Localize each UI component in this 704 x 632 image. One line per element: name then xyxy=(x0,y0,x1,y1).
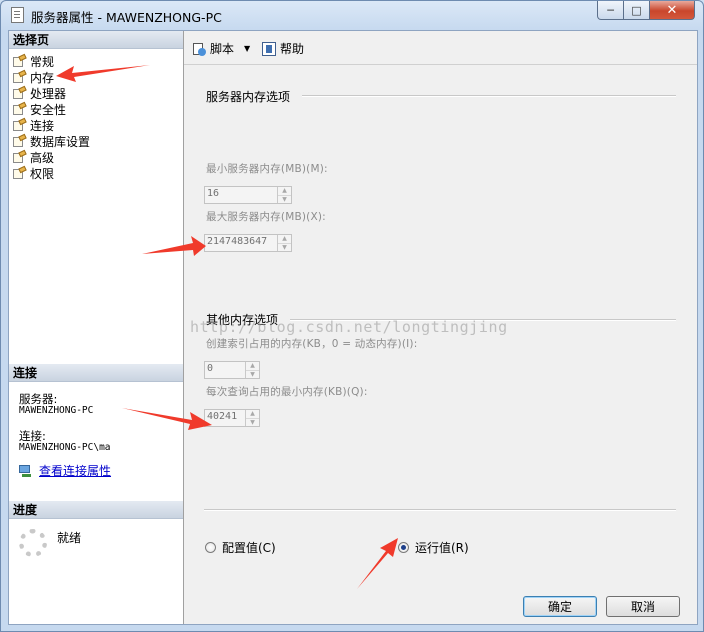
min-memory-input[interactable]: 16 ▲ ▼ xyxy=(204,186,292,204)
view-connection-properties-link[interactable]: 查看连接属性 xyxy=(19,462,111,479)
watermark-text: http://blog.csdn.net/longtingjing xyxy=(190,318,508,336)
server-properties-window: 服务器属性 - MAWENZHONG-PC ─ □ ✕ 选择页 常规 内存 处理… xyxy=(0,0,704,632)
server-memory-group-line xyxy=(302,95,676,97)
min-memory-stepper[interactable]: ▲ ▼ xyxy=(277,187,291,203)
status-text: 就绪 xyxy=(57,531,82,545)
radio-unselected-icon xyxy=(205,542,216,553)
page-item-label: 高级 xyxy=(30,150,55,165)
page-item-label: 常规 xyxy=(30,54,55,69)
index-memory-label: 创建索引占用的内存(KB，0 = 动态内存)(I): xyxy=(206,338,418,350)
close-button[interactable]: ✕ xyxy=(650,1,695,20)
title-bar[interactable]: 服务器属性 - MAWENZHONG-PC ─ □ ✕ xyxy=(1,1,703,29)
index-memory-value: 0 xyxy=(207,363,214,374)
page-icon xyxy=(13,167,27,180)
query-memory-value: 40241 xyxy=(207,411,238,422)
connection-properties-icon xyxy=(19,464,33,477)
configured-value-radio[interactable]: 配置值(C) xyxy=(205,539,276,556)
page-item-label: 连接 xyxy=(30,118,55,133)
server-value: MAWENZHONG-PC xyxy=(19,405,94,416)
script-dropdown-icon[interactable]: ▼ xyxy=(244,44,250,53)
left-pane: 选择页 常规 内存 处理器 安全性 连接 数据库设置 高级 权限 连接 服务器:… xyxy=(9,31,184,624)
max-memory-input[interactable]: 2147483647 ▲ ▼ xyxy=(204,234,292,252)
window-controls: ─ □ ✕ xyxy=(597,1,695,21)
spin-down-icon[interactable]: ▼ xyxy=(278,243,291,252)
index-memory-input[interactable]: 0 ▲ ▼ xyxy=(204,361,260,379)
spin-down-icon[interactable]: ▼ xyxy=(278,195,291,204)
window-title: 服务器属性 - MAWENZHONG-PC xyxy=(31,10,222,25)
page-icon xyxy=(13,87,27,100)
minimize-button[interactable]: ─ xyxy=(597,1,624,20)
page-item-security[interactable]: 安全性 xyxy=(13,101,90,117)
max-memory-label: 最大服务器内存(MB)(X): xyxy=(206,211,326,223)
spin-up-icon[interactable]: ▲ xyxy=(246,362,259,370)
page-item-label: 内存 xyxy=(30,70,55,85)
connection-value: MAWENZHONG-PC\ma xyxy=(19,442,111,453)
page-item-advanced[interactable]: 高级 xyxy=(13,149,90,165)
page-icon xyxy=(13,71,27,84)
query-memory-input[interactable]: 40241 ▲ ▼ xyxy=(204,409,260,427)
page-icon xyxy=(13,55,27,68)
document-icon xyxy=(11,7,24,23)
query-memory-label: 每次查询占用的最小内存(KB)(Q): xyxy=(206,386,368,398)
radio-selected-icon xyxy=(398,542,409,553)
running-value-radio[interactable]: 运行值(R) xyxy=(398,539,469,556)
cancel-button[interactable]: 取消 xyxy=(606,596,680,617)
query-memory-stepper[interactable]: ▲ ▼ xyxy=(245,410,259,426)
page-item-label: 权限 xyxy=(30,166,55,181)
ok-button[interactable]: 确定 xyxy=(523,596,597,617)
maximize-icon: □ xyxy=(631,3,642,17)
page-icon xyxy=(13,135,27,148)
running-value-label: 运行值(R) xyxy=(415,541,469,555)
page-item-memory[interactable]: 内存 xyxy=(13,69,90,85)
help-button[interactable]: 帮助 xyxy=(262,40,304,57)
spin-up-icon[interactable]: ▲ xyxy=(278,187,291,195)
view-connection-properties-label: 查看连接属性 xyxy=(39,464,112,478)
max-memory-value: 2147483647 xyxy=(207,236,268,247)
options-separator xyxy=(204,509,676,511)
page-item-connections[interactable]: 连接 xyxy=(13,117,90,133)
page-icon xyxy=(13,103,27,116)
help-icon xyxy=(262,41,276,56)
toolbar: 脚本 ▼ 帮助 xyxy=(184,31,697,65)
maximize-button[interactable]: □ xyxy=(624,1,650,20)
spin-up-icon[interactable]: ▲ xyxy=(246,410,259,418)
page-item-database-settings[interactable]: 数据库设置 xyxy=(13,133,90,149)
script-label: 脚本 xyxy=(210,42,235,56)
page-item-label: 安全性 xyxy=(30,102,67,117)
server-memory-group-title: 服务器内存选项 xyxy=(206,90,291,104)
close-icon: ✕ xyxy=(666,2,678,18)
connection-header: 连接 xyxy=(9,364,183,382)
page-item-permissions[interactable]: 权限 xyxy=(13,165,90,181)
max-memory-stepper[interactable]: ▲ ▼ xyxy=(277,235,291,251)
spin-down-icon[interactable]: ▼ xyxy=(246,370,259,379)
spin-down-icon[interactable]: ▼ xyxy=(246,418,259,427)
page-item-general[interactable]: 常规 xyxy=(13,53,90,69)
script-button[interactable]: 脚本 ▼ xyxy=(192,40,250,57)
page-item-label: 数据库设置 xyxy=(30,134,91,149)
page-icon xyxy=(13,151,27,164)
min-memory-label: 最小服务器内存(MB)(M): xyxy=(206,163,328,175)
help-label: 帮助 xyxy=(280,42,305,56)
progress-header: 进度 xyxy=(9,501,183,519)
configured-value-label: 配置值(C) xyxy=(222,541,276,555)
page-list: 常规 内存 处理器 安全性 连接 数据库设置 高级 权限 xyxy=(13,53,90,181)
script-icon xyxy=(192,42,206,56)
progress-spinner-icon xyxy=(19,529,47,557)
select-page-header: 选择页 xyxy=(9,31,183,49)
page-icon xyxy=(13,119,27,132)
page-item-label: 处理器 xyxy=(30,86,67,101)
minimize-icon: ─ xyxy=(607,3,614,17)
index-memory-stepper[interactable]: ▲ ▼ xyxy=(245,362,259,378)
min-memory-value: 16 xyxy=(207,188,220,199)
page-item-processors[interactable]: 处理器 xyxy=(13,85,90,101)
spin-up-icon[interactable]: ▲ xyxy=(278,235,291,243)
